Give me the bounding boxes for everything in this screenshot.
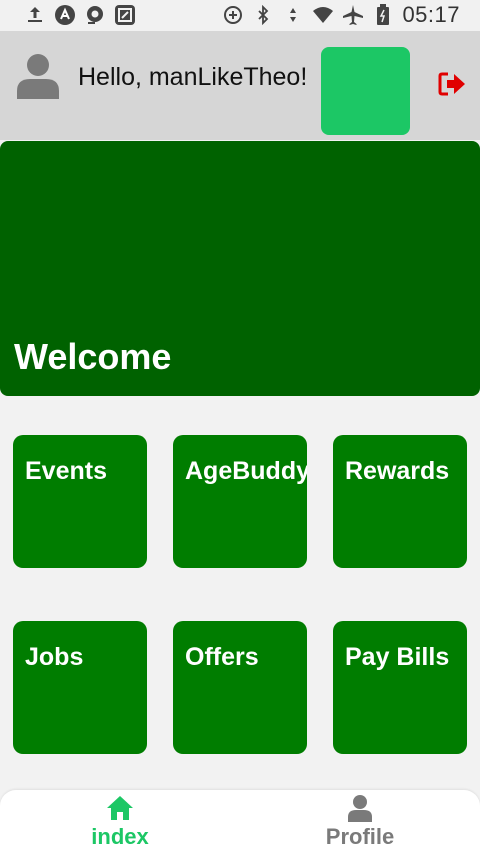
logout-icon[interactable] xyxy=(438,71,466,97)
tile-label: AgeBuddy C xyxy=(185,457,307,485)
status-bar: 05:17 xyxy=(0,0,480,31)
greeting-text: Hello, manLikeTheo! xyxy=(78,63,308,91)
accent-square xyxy=(321,47,410,135)
tile-label: Pay Bills xyxy=(345,643,450,671)
tile-agebuddy[interactable]: AgeBuddy C xyxy=(173,435,307,568)
tile-label: Jobs xyxy=(25,643,84,671)
nav-label-index: index xyxy=(91,824,149,849)
status-bar-right: 05:17 xyxy=(222,2,460,28)
signal-arrows-icon xyxy=(282,4,304,26)
welcome-banner: Welcome xyxy=(0,141,480,396)
tile-jobs[interactable]: Jobs xyxy=(13,621,147,754)
home-icon xyxy=(106,794,134,822)
person-icon xyxy=(346,794,374,822)
tile-label: Offers xyxy=(185,643,259,671)
tile-label: Events xyxy=(25,457,107,485)
app-a-icon xyxy=(54,4,76,26)
tile-events[interactable]: Events xyxy=(13,435,147,568)
camera-icon xyxy=(84,4,106,26)
airplane-icon xyxy=(342,4,364,26)
tile-rewards[interactable]: Rewards xyxy=(333,435,467,568)
data-saver-icon xyxy=(222,4,244,26)
welcome-title: Welcome xyxy=(14,336,172,377)
tile-label: Rewards xyxy=(345,457,450,485)
nav-item-profile[interactable]: Profile xyxy=(280,794,440,850)
bluetooth-icon xyxy=(252,4,274,26)
user-avatar-icon[interactable] xyxy=(16,53,60,99)
app-header: Hello, manLikeTheo! xyxy=(0,31,480,140)
nav-item-index[interactable]: index xyxy=(40,794,200,850)
status-time: 05:17 xyxy=(402,2,460,27)
bottom-nav: index Profile xyxy=(0,790,480,854)
battery-icon xyxy=(372,4,394,26)
tile-offers[interactable]: Offers xyxy=(173,621,307,754)
nav-label-profile: Profile xyxy=(325,824,395,849)
status-bar-left xyxy=(24,4,136,26)
screenshot-icon xyxy=(114,4,136,26)
tile-pay-bills[interactable]: Pay Bills xyxy=(333,621,467,754)
upload-icon xyxy=(24,4,46,26)
wifi-icon xyxy=(312,4,334,26)
